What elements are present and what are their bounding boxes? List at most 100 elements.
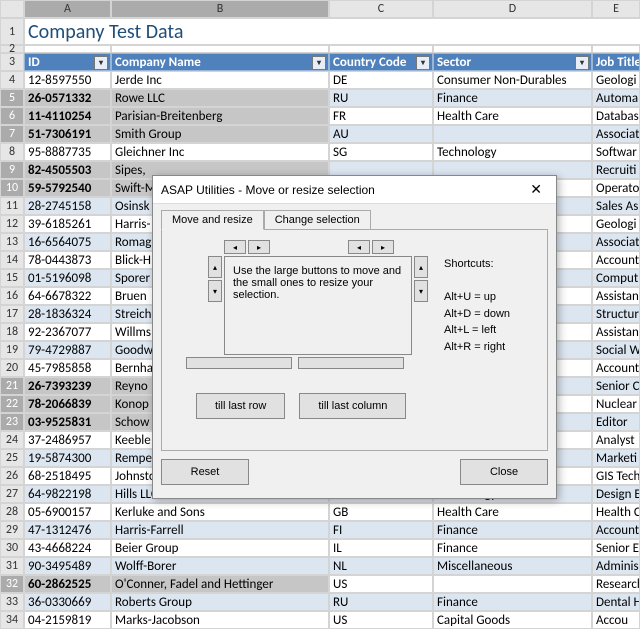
cell-jobtitle[interactable]: Recruiti [592, 161, 640, 179]
th-jobtitle[interactable]: Job Title [592, 53, 640, 71]
cell-country[interactable]: RU [329, 89, 433, 107]
th-country[interactable]: Country Code▾ [329, 53, 433, 71]
cell-jobtitle[interactable]: Account [592, 521, 640, 539]
th-sector[interactable]: Sector▾ [433, 53, 592, 71]
row-header[interactable]: 30 [0, 539, 24, 557]
close-button[interactable]: Close [460, 459, 548, 485]
cell-sector[interactable]: Health Care [433, 107, 592, 125]
row-header[interactable]: 32 [0, 575, 24, 593]
cell-sector[interactable] [433, 575, 592, 593]
col-header-d[interactable]: D [433, 0, 592, 18]
cell-id[interactable]: 64-6678322 [24, 287, 111, 305]
row-header[interactable]: 12 [0, 215, 24, 233]
row-header[interactable]: 13 [0, 233, 24, 251]
cell-jobtitle[interactable]: Analyst [592, 431, 640, 449]
row-header[interactable]: 11 [0, 197, 24, 215]
filter-icon[interactable]: ▾ [94, 56, 108, 70]
cell-jobtitle[interactable]: Accou [592, 611, 640, 629]
cell-id[interactable]: 47-1312476 [24, 521, 111, 539]
cell-country[interactable]: IL [329, 539, 433, 557]
cell-id[interactable]: 51-7306191 [24, 125, 111, 143]
cell-jobtitle[interactable]: Automa [592, 89, 640, 107]
till-last-column-button[interactable]: till last column [299, 393, 406, 419]
cell-company[interactable]: Rowe LLC [111, 89, 329, 107]
cell-sector[interactable]: Finance [433, 593, 592, 611]
cell-jobtitle[interactable]: Adminis [592, 557, 640, 575]
corner-cell[interactable] [0, 0, 24, 18]
cell-company[interactable]: Roberts Group [111, 593, 329, 611]
row-header[interactable]: 22 [0, 395, 24, 413]
resize-left-small-2[interactable]: ◂ [348, 240, 370, 254]
cell-company[interactable]: Harris-Farrell [111, 521, 329, 539]
cell-jobtitle[interactable]: Account [592, 359, 640, 377]
move-down-large[interactable] [186, 357, 292, 369]
row-header[interactable]: 26 [0, 467, 24, 485]
th-id[interactable]: ID▾ [24, 53, 111, 71]
tab-change-selection[interactable]: Change selection [264, 210, 371, 230]
cell-sector[interactable]: Capital Goods [433, 611, 592, 629]
filter-icon[interactable]: ▾ [416, 56, 430, 70]
cell-id[interactable]: 92-2367077 [24, 323, 111, 341]
row-header[interactable]: 27 [0, 485, 24, 503]
cell-id[interactable]: 43-4668224 [24, 539, 111, 557]
row-header-3[interactable]: 3 [0, 53, 24, 71]
cell-id[interactable]: 26-0571332 [24, 89, 111, 107]
resize-down-small[interactable]: ▾ [208, 280, 222, 302]
cell-sector[interactable] [433, 125, 592, 143]
row-header[interactable]: 10 [0, 179, 24, 197]
cell-jobtitle[interactable]: Comput [592, 269, 640, 287]
cell-id[interactable]: 19-5874300 [24, 449, 111, 467]
row-header[interactable]: 23 [0, 413, 24, 431]
cell-jobtitle[interactable]: Design E [592, 485, 640, 503]
cell-jobtitle[interactable]: Softwar [592, 143, 640, 161]
reset-button[interactable]: Reset [161, 459, 249, 485]
col-header-a[interactable]: A [24, 0, 111, 18]
cell-id[interactable]: 36-0330669 [24, 593, 111, 611]
cell-id[interactable]: 45-7985858 [24, 359, 111, 377]
cell-id[interactable]: 95-8887735 [24, 143, 111, 161]
cell-company[interactable]: Parisian-Breitenberg [111, 107, 329, 125]
cell-sector[interactable]: Finance [433, 521, 592, 539]
cell-jobtitle[interactable]: Associat [592, 233, 640, 251]
cell-jobtitle[interactable]: Social W [592, 341, 640, 359]
cell-jobtitle[interactable]: Editor [592, 413, 640, 431]
resize-right-small-2[interactable]: ▸ [372, 240, 394, 254]
th-company[interactable]: Company Name▾ [111, 53, 329, 71]
till-last-row-button[interactable]: till last row [196, 393, 285, 419]
cell-id[interactable]: 16-6564075 [24, 233, 111, 251]
row-header[interactable]: 24 [0, 431, 24, 449]
cell-company[interactable]: Wolff-Borer [111, 557, 329, 575]
cell-id[interactable]: 78-2066839 [24, 395, 111, 413]
cell-jobtitle[interactable]: Senior E [592, 539, 640, 557]
filter-icon[interactable]: ▾ [312, 56, 326, 70]
cell-country[interactable]: RU [329, 593, 433, 611]
cell-sector[interactable]: Finance [433, 89, 592, 107]
row-header[interactable]: 34 [0, 611, 24, 629]
cell-id[interactable]: 78-0443873 [24, 251, 111, 269]
cell-jobtitle[interactable]: Marketi [592, 449, 640, 467]
cell-jobtitle[interactable]: Assistan [592, 323, 640, 341]
cell-country[interactable]: US [329, 575, 433, 593]
cell-jobtitle[interactable]: Dental H [592, 593, 640, 611]
row-header[interactable]: 20 [0, 359, 24, 377]
row-header[interactable]: 5 [0, 89, 24, 107]
row-header-1[interactable]: 1 [0, 18, 24, 45]
close-icon[interactable]: ✕ [524, 181, 548, 198]
cell-jobtitle[interactable]: GIS Tech [592, 467, 640, 485]
cell-sector[interactable]: Finance [433, 539, 592, 557]
cell-company[interactable]: Kerluke and Sons [111, 503, 329, 521]
row-header[interactable]: 14 [0, 251, 24, 269]
cell-id[interactable]: 64-9822198 [24, 485, 111, 503]
cell-sector[interactable]: Consumer Non-Durables [433, 71, 592, 89]
cell-jobtitle[interactable]: Databas [592, 107, 640, 125]
cell-id[interactable]: 37-2486957 [24, 431, 111, 449]
cell-id[interactable]: 59-5792540 [24, 179, 111, 197]
cell-jobtitle[interactable]: Sales As [592, 197, 640, 215]
row-header[interactable]: 9 [0, 161, 24, 179]
tab-move-resize[interactable]: Move and resize [161, 210, 264, 230]
cell-country[interactable]: DE [329, 71, 433, 89]
row-header[interactable]: 28 [0, 503, 24, 521]
row-header[interactable]: 15 [0, 269, 24, 287]
cell-id[interactable]: 28-2745158 [24, 197, 111, 215]
col-header-c[interactable]: C [329, 0, 433, 18]
